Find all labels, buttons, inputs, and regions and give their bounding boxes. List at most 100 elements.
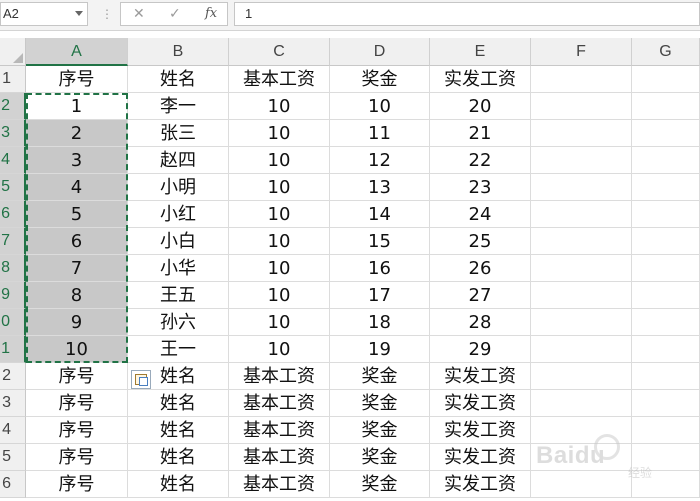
cell-f-13[interactable] <box>531 390 632 417</box>
cell-d-6[interactable]: 14 <box>330 201 430 228</box>
cell-d-12[interactable]: 奖金 <box>330 363 430 390</box>
cell-b-9[interactable]: 王五 <box>128 282 229 309</box>
cell-d-8[interactable]: 16 <box>330 255 430 282</box>
cell-b-15[interactable]: 姓名 <box>128 444 229 471</box>
cell-c-13[interactable]: 基本工资 <box>229 390 330 417</box>
cell-f-8[interactable] <box>531 255 632 282</box>
cell-a-7[interactable]: 6 <box>26 228 128 255</box>
cell-c-8[interactable]: 10 <box>229 255 330 282</box>
column-header-g[interactable]: G <box>632 38 700 66</box>
cell-b-8[interactable]: 小华 <box>128 255 229 282</box>
cell-f-9[interactable] <box>531 282 632 309</box>
row-header[interactable]: 9 <box>0 282 26 309</box>
cell-c-7[interactable]: 10 <box>229 228 330 255</box>
row-header[interactable]: 4 <box>0 147 26 174</box>
cell-g-11[interactable] <box>632 336 700 363</box>
cell-d-7[interactable]: 15 <box>330 228 430 255</box>
row-header[interactable]: 4 <box>0 417 26 444</box>
cell-e-8[interactable]: 26 <box>430 255 531 282</box>
column-header-f[interactable]: F <box>531 38 632 66</box>
cell-e-4[interactable]: 22 <box>430 147 531 174</box>
cell-c-10[interactable]: 10 <box>229 309 330 336</box>
cell-e-7[interactable]: 25 <box>430 228 531 255</box>
cell-f-4[interactable] <box>531 147 632 174</box>
cell-d-15[interactable]: 奖金 <box>330 444 430 471</box>
cell-b-4[interactable]: 赵四 <box>128 147 229 174</box>
row-header[interactable]: 2 <box>0 363 26 390</box>
cell-f-6[interactable] <box>531 201 632 228</box>
cell-b-13[interactable]: 姓名 <box>128 390 229 417</box>
cell-f-10[interactable] <box>531 309 632 336</box>
cell-d-10[interactable]: 18 <box>330 309 430 336</box>
cell-e-6[interactable]: 24 <box>430 201 531 228</box>
row-header[interactable]: 7 <box>0 228 26 255</box>
row-header[interactable]: 5 <box>0 174 26 201</box>
cell-a-1[interactable]: 序号 <box>26 66 128 93</box>
cell-b-16[interactable]: 姓名 <box>128 471 229 498</box>
cell-b-1[interactable]: 姓名 <box>128 66 229 93</box>
cell-e-2[interactable]: 20 <box>430 93 531 120</box>
cell-f-3[interactable] <box>531 120 632 147</box>
cell-c-4[interactable]: 10 <box>229 147 330 174</box>
cell-c-16[interactable]: 基本工资 <box>229 471 330 498</box>
cell-f-5[interactable] <box>531 174 632 201</box>
cell-c-12[interactable]: 基本工资 <box>229 363 330 390</box>
cell-a-15[interactable]: 序号 <box>26 444 128 471</box>
row-header[interactable]: 3 <box>0 120 26 147</box>
cell-g-8[interactable] <box>632 255 700 282</box>
cell-g-1[interactable] <box>632 66 700 93</box>
cell-c-5[interactable]: 10 <box>229 174 330 201</box>
cell-c-14[interactable]: 基本工资 <box>229 417 330 444</box>
row-header[interactable]: 0 <box>0 309 26 336</box>
column-header-a[interactable]: A <box>26 38 128 66</box>
cell-g-4[interactable] <box>632 147 700 174</box>
cell-a-9[interactable]: 8 <box>26 282 128 309</box>
cell-a-10[interactable]: 9 <box>26 309 128 336</box>
cell-a-4[interactable]: 3 <box>26 147 128 174</box>
cell-b-7[interactable]: 小白 <box>128 228 229 255</box>
cell-e-14[interactable]: 实发工资 <box>430 417 531 444</box>
cell-a-3[interactable]: 2 <box>26 120 128 147</box>
cell-f-12[interactable] <box>531 363 632 390</box>
cell-d-11[interactable]: 19 <box>330 336 430 363</box>
cell-d-5[interactable]: 13 <box>330 174 430 201</box>
row-header[interactable]: 1 <box>0 66 26 93</box>
column-header-c[interactable]: C <box>229 38 330 66</box>
cell-e-3[interactable]: 21 <box>430 120 531 147</box>
cell-b-2[interactable]: 李一 <box>128 93 229 120</box>
cell-a-2[interactable]: 1 <box>26 93 128 120</box>
cell-b-5[interactable]: 小明 <box>128 174 229 201</box>
cell-d-13[interactable]: 奖金 <box>330 390 430 417</box>
cell-b-6[interactable]: 小红 <box>128 201 229 228</box>
row-header[interactable]: 1 <box>0 336 26 363</box>
cell-d-16[interactable]: 奖金 <box>330 471 430 498</box>
row-header[interactable]: 3 <box>0 390 26 417</box>
row-header[interactable]: 6 <box>0 471 26 498</box>
cell-f-7[interactable] <box>531 228 632 255</box>
cell-d-4[interactable]: 12 <box>330 147 430 174</box>
paste-options-icon[interactable] <box>131 370 151 389</box>
name-box[interactable]: A2 <box>0 2 88 26</box>
row-header[interactable]: 6 <box>0 201 26 228</box>
cell-c-3[interactable]: 10 <box>229 120 330 147</box>
cell-d-2[interactable]: 10 <box>330 93 430 120</box>
cell-a-6[interactable]: 5 <box>26 201 128 228</box>
cell-a-16[interactable]: 序号 <box>26 471 128 498</box>
insert-function-icon[interactable]: fx <box>205 7 217 21</box>
cell-b-10[interactable]: 孙六 <box>128 309 229 336</box>
row-header[interactable]: 2 <box>0 93 26 120</box>
cell-a-12[interactable]: 序号 <box>26 363 128 390</box>
cell-g-13[interactable] <box>632 390 700 417</box>
cell-c-9[interactable]: 10 <box>229 282 330 309</box>
row-header[interactable]: 8 <box>0 255 26 282</box>
select-all-corner[interactable] <box>0 38 26 66</box>
cell-d-1[interactable]: 奖金 <box>330 66 430 93</box>
chevron-down-icon[interactable] <box>75 11 83 16</box>
cell-a-5[interactable]: 4 <box>26 174 128 201</box>
cell-g-2[interactable] <box>632 93 700 120</box>
cell-g-9[interactable] <box>632 282 700 309</box>
more-options-icon[interactable]: ⋮ <box>101 8 113 20</box>
cancel-icon[interactable]: ✕ <box>133 7 145 21</box>
cell-e-15[interactable]: 实发工资 <box>430 444 531 471</box>
cell-g-5[interactable] <box>632 174 700 201</box>
